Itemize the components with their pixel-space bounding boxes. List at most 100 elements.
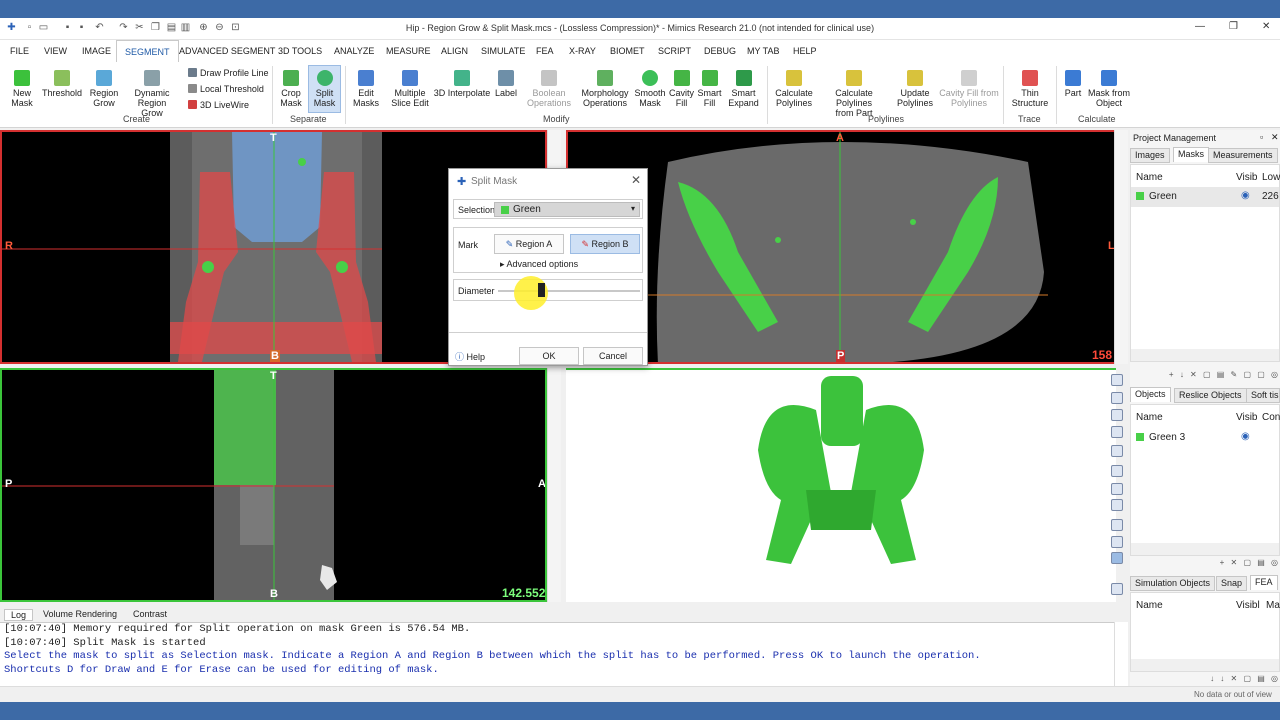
- 3d-interpolate-button[interactable]: 3D Interpolate: [432, 70, 492, 98]
- eye-icon[interactable]: ◉: [1241, 431, 1250, 442]
- log-scrollbar[interactable]: [1114, 622, 1128, 686]
- tab-contrast[interactable]: Contrast: [133, 609, 167, 619]
- region-b-button[interactable]: ✎ Region B: [570, 234, 640, 254]
- menu-3d-tools[interactable]: 3D TOOLS: [278, 46, 322, 56]
- tab-snap[interactable]: Snap: [1216, 576, 1248, 591]
- region-grow-button[interactable]: Region Grow: [88, 70, 120, 108]
- diameter-slider-thumb[interactable]: [538, 283, 545, 297]
- tab-fea[interactable]: FEA: [1250, 575, 1278, 590]
- menu-image[interactable]: IMAGE: [82, 46, 111, 56]
- cavity-fill-from-polylines-button[interactable]: Cavity Fill from Polylines: [938, 70, 1000, 108]
- screenshot-icon[interactable]: [1111, 583, 1123, 595]
- cube-icon[interactable]: [1111, 499, 1123, 511]
- masks-toolbar[interactable]: + ↓ ✕ ▢ ▤ ✎ ▢ ▢ ◎: [1130, 370, 1280, 380]
- menu-align[interactable]: ALIGN: [441, 46, 468, 56]
- tab-simulation-objects[interactable]: Simulation Objects: [1130, 576, 1216, 591]
- menu-help[interactable]: HELP: [793, 46, 817, 56]
- object-row-green-3[interactable]: Green 3 ◉: [1131, 429, 1279, 447]
- objects-toolbar[interactable]: + ✕ ▢ ▤ ◎: [1130, 558, 1280, 568]
- help-link[interactable]: ⓘ Help: [455, 350, 485, 363]
- label-button[interactable]: Label: [493, 70, 519, 98]
- threshold-button[interactable]: Threshold: [40, 70, 84, 98]
- crop-mask-button[interactable]: Crop Mask: [277, 70, 305, 108]
- tab-objects[interactable]: Objects: [1130, 387, 1171, 402]
- tab-soft-tissue[interactable]: Soft tis: [1246, 388, 1280, 403]
- advanced-options-toggle[interactable]: ▸ Advanced options: [500, 259, 578, 270]
- tab-images[interactable]: Images: [1130, 148, 1170, 163]
- mask-row-green[interactable]: Green ◉ 226: [1131, 187, 1279, 207]
- menu-file[interactable]: FILE: [10, 46, 29, 56]
- split-mask-button[interactable]: Split Mask: [308, 65, 341, 113]
- tab-measurements[interactable]: Measurements: [1208, 148, 1278, 163]
- morphology-operations-button[interactable]: Morphology Operations: [579, 70, 631, 108]
- dynamic-region-grow-button[interactable]: Dynamic Region Grow: [121, 70, 183, 118]
- tab-reslice-objects[interactable]: Reslice Objects: [1174, 388, 1247, 403]
- dialog-close-icon[interactable]: ✕: [631, 173, 641, 187]
- sagittal-scrollbar[interactable]: [547, 368, 561, 602]
- tab-masks[interactable]: Masks: [1173, 147, 1210, 162]
- update-polylines-button[interactable]: Update Polylines: [895, 70, 935, 108]
- menu-analyze[interactable]: ANALYZE: [334, 46, 374, 56]
- boolean-operations-button[interactable]: Boolean Operations: [524, 70, 574, 108]
- axial-viewport[interactable]: A P L 158: [566, 130, 1128, 364]
- rotate-icon[interactable]: [1111, 483, 1123, 495]
- menu-measure[interactable]: MEASURE: [386, 46, 431, 56]
- axial-scrollbar[interactable]: [1114, 130, 1128, 364]
- edit-masks-button[interactable]: Edit Masks: [351, 70, 381, 108]
- calculate-polylines-button[interactable]: Calculate Polylines: [772, 70, 816, 108]
- close-icon[interactable]: ✕: [1262, 21, 1270, 32]
- part-button[interactable]: Part: [1062, 70, 1084, 98]
- sim-hscrollbar[interactable]: [1131, 659, 1279, 671]
- brush-b-icon: ✎: [581, 239, 592, 249]
- menu-debug[interactable]: DEBUG: [704, 46, 736, 56]
- threshold-icon: [54, 70, 70, 86]
- rotate-view-icon[interactable]: [1111, 392, 1123, 404]
- object-color-swatch: [1136, 433, 1144, 441]
- menu-simulate[interactable]: SIMULATE: [481, 46, 525, 56]
- region-a-button[interactable]: ✎ Region A: [494, 234, 564, 254]
- local-threshold-button[interactable]: Local Threshold: [188, 84, 264, 94]
- ok-button[interactable]: OK: [519, 347, 579, 365]
- crosshair-icon[interactable]: [1111, 552, 1123, 564]
- smart-fill-button[interactable]: Smart Fill: [696, 70, 723, 108]
- slice-toggle-icon[interactable]: [1111, 409, 1123, 421]
- 3d-viewport[interactable]: [566, 368, 1116, 602]
- menu-view[interactable]: VIEW: [44, 46, 67, 56]
- 3d-livewire-button[interactable]: 3D LiveWire: [188, 100, 249, 110]
- visibility-icon[interactable]: [1111, 536, 1123, 548]
- pan-icon[interactable]: [1111, 465, 1123, 477]
- menu-fea[interactable]: FEA: [536, 46, 554, 56]
- calculate-polylines-from-part-button[interactable]: Calculate Polylines from Part: [818, 70, 890, 118]
- masks-hscrollbar[interactable]: [1131, 349, 1279, 361]
- draw-profile-line-button[interactable]: Draw Profile Line: [188, 68, 269, 78]
- smooth-mask-button[interactable]: Smooth Mask: [634, 70, 666, 108]
- new-mask-button[interactable]: New Mask: [8, 70, 36, 108]
- simulation-toolbar[interactable]: ↓ ↓ ✕ ▢ ▤ ◎: [1130, 674, 1280, 684]
- menu-my-tab[interactable]: MY TAB: [747, 46, 780, 56]
- menu-biomet[interactable]: BIOMET: [610, 46, 645, 56]
- menu-segment[interactable]: SEGMENT: [116, 40, 179, 62]
- menu-script[interactable]: SCRIPT: [658, 46, 691, 56]
- smart-expand-button[interactable]: Smart Expand: [727, 70, 760, 108]
- menu-advanced-segment[interactable]: ADVANCED SEGMENT: [179, 46, 275, 56]
- multiple-slice-edit-button[interactable]: Multiple Slice Edit: [389, 70, 431, 108]
- selection-dropdown[interactable]: Green ▾: [494, 202, 640, 217]
- restore-icon[interactable]: ❐: [1229, 21, 1238, 32]
- minimize-icon[interactable]: —: [1195, 21, 1205, 32]
- sagittal-viewport[interactable]: T B P A 142.552: [0, 368, 547, 602]
- clip-icon[interactable]: [1111, 445, 1123, 457]
- panel-close-icon[interactable]: ✕: [1271, 132, 1279, 143]
- tab-log[interactable]: Log: [4, 609, 34, 621]
- cancel-button[interactable]: Cancel: [583, 347, 643, 365]
- view-3d-tool-icon[interactable]: [1111, 374, 1123, 386]
- cavity-fill-button[interactable]: Cavity Fill: [668, 70, 695, 108]
- eye-icon[interactable]: ◉: [1241, 190, 1250, 201]
- measure-icon[interactable]: [1111, 426, 1123, 438]
- menu-x-ray[interactable]: X-RAY: [569, 46, 596, 56]
- tab-volume-rendering[interactable]: Volume Rendering: [43, 609, 117, 619]
- panel-float-icon[interactable]: ▫: [1260, 132, 1263, 142]
- thin-structure-button[interactable]: Thin Structure: [1010, 70, 1050, 108]
- mask-from-object-button[interactable]: Mask from Object: [1087, 70, 1131, 108]
- color-icon[interactable]: [1111, 519, 1123, 531]
- objects-hscrollbar[interactable]: [1131, 543, 1279, 555]
